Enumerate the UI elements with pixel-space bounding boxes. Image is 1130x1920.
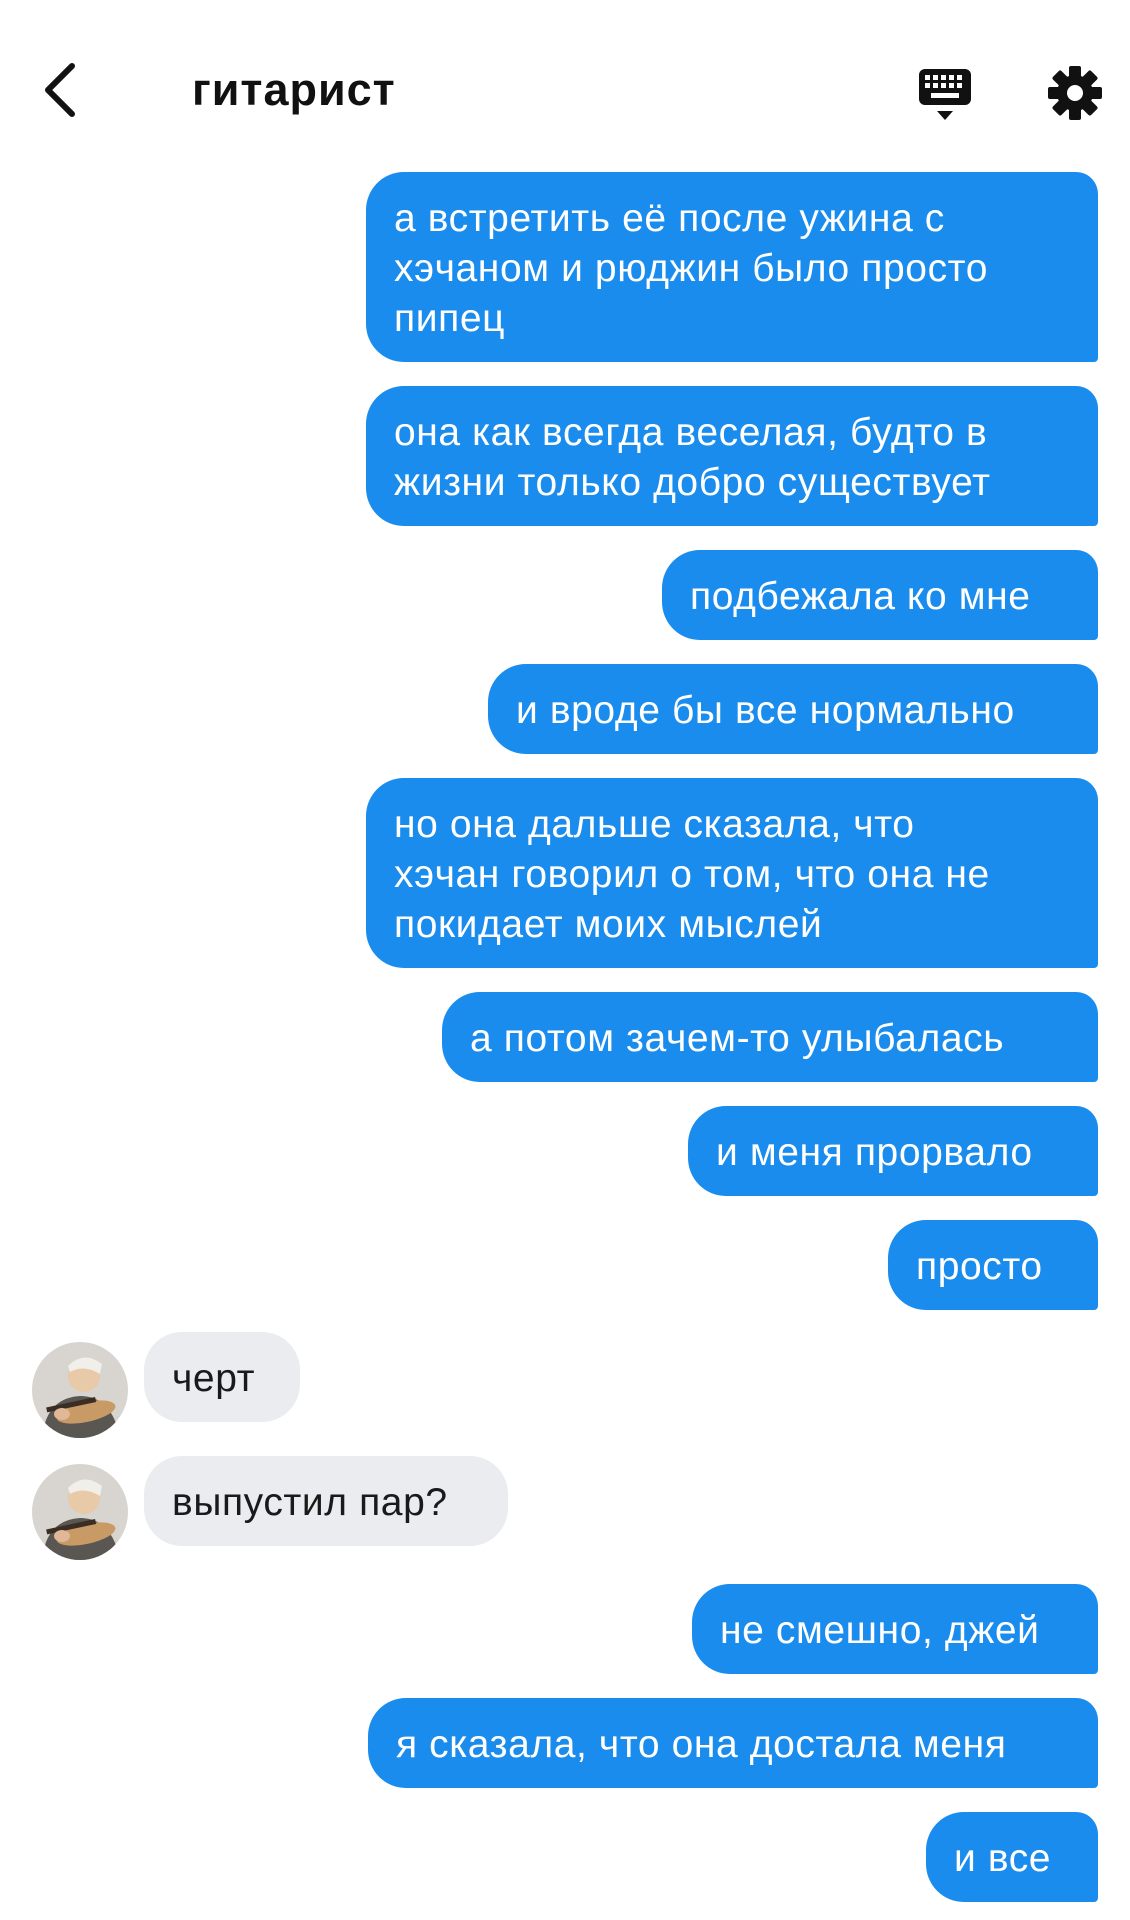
message-line: покидает моих мыслей: [394, 903, 823, 946]
message-line: и все: [954, 1837, 1052, 1880]
chat-title: гитарист: [192, 64, 396, 115]
message-bubble-outgoing[interactable]: и вроде бы все нормально: [488, 664, 1098, 754]
message-bubble-outgoing[interactable]: а потом зачем-то улыбалась: [442, 992, 1098, 1082]
keyboard-button[interactable]: [910, 60, 980, 130]
message-bubble-outgoing[interactable]: и все: [926, 1812, 1098, 1902]
message-line: я сказала, что она достала меня: [396, 1723, 1007, 1766]
avatar[interactable]: [32, 1464, 128, 1560]
message-line: она как всегда веселая, будто в: [394, 411, 988, 454]
message-bubble-incoming[interactable]: черт: [144, 1332, 300, 1422]
message-line: не смешно, джей: [720, 1609, 1040, 1652]
message-line: хэчаном и рюджин было просто: [394, 247, 988, 290]
message-line: выпустил пар?: [172, 1481, 448, 1524]
message-line: а встретить её после ужина с: [394, 197, 945, 240]
message-bubble-outgoing[interactable]: а встретить её после ужина с хэчаном и р…: [366, 172, 1098, 362]
message-line: а потом зачем-то улыбалась: [470, 1017, 1005, 1060]
message-bubble-outgoing[interactable]: я сказала, что она достала меня: [368, 1698, 1098, 1788]
keyboard-icon: [919, 69, 971, 120]
message-line: черт: [172, 1357, 256, 1400]
message-line: хэчан говорил о том, что она не: [394, 853, 990, 896]
message-line: жизни только добро существует: [394, 461, 991, 504]
message-line: и вроде бы все нормально: [516, 689, 1015, 732]
message-bubble-incoming[interactable]: выпустил пар?: [144, 1456, 508, 1546]
avatar-photo: [32, 1464, 128, 1560]
message-bubble-outgoing[interactable]: она как всегда веселая, будто в жизни то…: [366, 386, 1098, 526]
message-bubble-outgoing[interactable]: не смешно, джей: [692, 1584, 1098, 1674]
avatar-photo: [32, 1342, 128, 1438]
message-bubble-outgoing[interactable]: подбежала ко мне: [662, 550, 1098, 640]
message-line: просто: [916, 1245, 1043, 1288]
settings-button[interactable]: [1040, 58, 1110, 128]
message-line: и меня прорвало: [716, 1131, 1033, 1174]
gear-icon: [1048, 66, 1102, 120]
chat-header: гитарист: [0, 0, 1130, 170]
message-bubble-outgoing[interactable]: но она дальше сказала, что хэчан говорил…: [366, 778, 1098, 968]
message-line: пипец: [394, 297, 506, 340]
message-line: но она дальше сказала, что: [394, 803, 915, 846]
message-bubble-outgoing[interactable]: и меня прорвало: [688, 1106, 1098, 1196]
message-line: подбежала ко мне: [690, 575, 1031, 618]
back-button[interactable]: [30, 55, 90, 125]
chevron-left-icon: [45, 63, 75, 117]
message-bubble-outgoing[interactable]: просто: [888, 1220, 1098, 1310]
avatar[interactable]: [32, 1342, 128, 1438]
